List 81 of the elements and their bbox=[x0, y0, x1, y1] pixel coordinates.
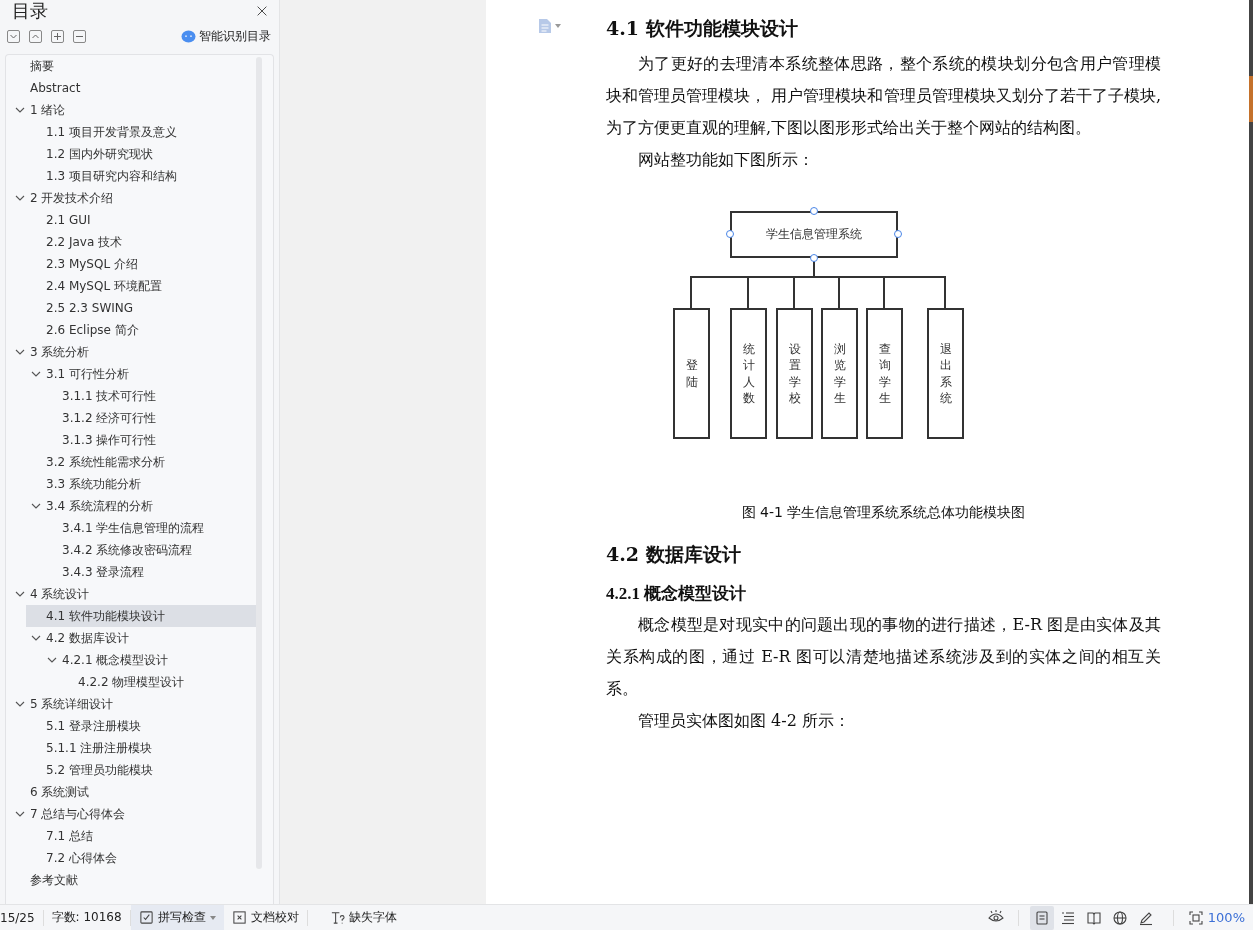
diagram-node: 学生信息管理系统 bbox=[730, 211, 898, 258]
checkbox-icon bbox=[138, 910, 154, 925]
scroll-bar[interactable] bbox=[1249, 0, 1253, 904]
page-counter: 15/25 bbox=[0, 909, 36, 927]
add-button[interactable] bbox=[51, 29, 64, 43]
eye-icon[interactable] bbox=[987, 908, 1004, 924]
outline-item[interactable]: 4.1 软件功能模块设计 bbox=[26, 605, 256, 627]
selection-handle[interactable] bbox=[810, 207, 818, 215]
diagram-node: 登陆 bbox=[673, 308, 710, 439]
outline-item[interactable]: 3.1.3 操作可行性 bbox=[26, 429, 256, 451]
font-icon bbox=[329, 910, 345, 925]
document-x-icon bbox=[231, 910, 247, 925]
outline-item[interactable]: 3.4.1 学生信息管理的流程 bbox=[26, 517, 256, 539]
outline-item[interactable]: 2.6 Eclipse 简介 bbox=[26, 319, 256, 341]
close-icon[interactable] bbox=[255, 4, 269, 18]
outline-item[interactable]: 3 系统分析 bbox=[6, 341, 256, 363]
outline-item[interactable]: 3.1.2 经济可行性 bbox=[26, 407, 256, 429]
outline-item[interactable]: 摘要 bbox=[6, 55, 256, 77]
diagram-node: 浏览学生 bbox=[821, 308, 858, 439]
outline-item[interactable]: 2.4 MySQL 环境配置 bbox=[26, 275, 256, 297]
outline-item[interactable]: 3.4 系统流程的分析 bbox=[26, 495, 256, 517]
missing-fonts-button[interactable]: 缺失字体 bbox=[321, 904, 405, 930]
outline-item[interactable]: 2.1 GUI bbox=[26, 209, 256, 231]
diagram-node: 统计人数 bbox=[730, 308, 767, 439]
expand-button[interactable] bbox=[29, 29, 42, 43]
outline-item[interactable]: 1.2 国内外研究现状 bbox=[26, 143, 256, 165]
outline-item[interactable]: 5.1 登录注册模块 bbox=[26, 715, 256, 737]
outline-item[interactable]: 参考文献 bbox=[6, 869, 256, 891]
diagram-node: 设置学校 bbox=[776, 308, 813, 439]
outline-item[interactable]: 4.2.1 概念模型设计 bbox=[26, 649, 256, 671]
scroll-bar[interactable] bbox=[256, 57, 262, 869]
outline-item[interactable]: 3.4.3 登录流程 bbox=[26, 561, 256, 583]
outline-item[interactable]: 4.2.2 物理模型设计 bbox=[26, 671, 256, 693]
plus-icon bbox=[53, 31, 62, 41]
outline-item[interactable]: 7.2 心得体会 bbox=[26, 847, 256, 869]
outline-item[interactable]: 3.2 系统性能需求分析 bbox=[26, 451, 256, 473]
outline-item[interactable]: 1.3 项目研究内容和结构 bbox=[26, 165, 256, 187]
paragraph: 为了更好的去理清本系统整体思路，整个系统的模块划分包含用户管理模块和管理员管理模块， 用户管理模块和管理员管理模块又划分了若干了子模块,为了方便更直观的理解,下图以图形形式给出关于整个网站的结构图。 bbox=[606, 53, 1161, 139]
selection-handle[interactable] bbox=[894, 230, 902, 238]
outline-item[interactable]: 5.1.1 注册注册模块 bbox=[26, 737, 256, 759]
outline-item[interactable]: 4.2 数据库设计 bbox=[26, 627, 256, 649]
outline-item[interactable]: 2.5 2.3 SWING bbox=[26, 297, 256, 319]
outline-item[interactable]: 5.2 管理员功能模块 bbox=[26, 759, 256, 781]
outline-item[interactable]: 1.1 项目开发背景及意义 bbox=[26, 121, 256, 143]
collapse-button[interactable] bbox=[7, 29, 20, 43]
outline-item[interactable]: 4 系统设计 bbox=[6, 583, 256, 605]
fullscreen-icon[interactable] bbox=[1187, 909, 1204, 926]
document-menu-icon[interactable] bbox=[538, 18, 561, 34]
bubble-icon bbox=[181, 29, 196, 43]
outline-item[interactable]: 2.3 MySQL 介绍 bbox=[26, 253, 256, 275]
spell-check-button[interactable]: 拼写检查 bbox=[130, 904, 224, 930]
remove-button[interactable] bbox=[73, 29, 86, 43]
zoom-level[interactable]: 100% bbox=[1203, 910, 1253, 925]
word-count: 字数: 10168 bbox=[50, 909, 123, 926]
outline-item[interactable]: 7.1 总结 bbox=[26, 825, 256, 847]
outline-item[interactable]: 2.2 Java 技术 bbox=[26, 231, 256, 253]
diagram-node: 退出系统 bbox=[927, 308, 964, 439]
outline-item[interactable]: 6 系统测试 bbox=[6, 781, 256, 803]
outline-item[interactable]: 3.3 系统功能分析 bbox=[26, 473, 256, 495]
outline-item[interactable]: 3.4.2 系统修改密码流程 bbox=[26, 539, 256, 561]
paragraph: 概念模型是对现实中的问题出现的事物的进行描述，E-R 图是由实体及其关系构成的图，通过 E-R 图可以清楚地描述系统涉及到的实体之间的相互关系。 bbox=[606, 614, 1161, 700]
section-heading: 4.2 数据库设计 bbox=[606, 542, 742, 567]
paragraph: 管理员实体图如图 4-2 所示： bbox=[637, 710, 851, 732]
outline-item[interactable]: 5 系统详细设计 bbox=[6, 693, 256, 715]
outline-item[interactable]: 1 绪论 bbox=[6, 99, 256, 121]
diagram-node: 查询学生 bbox=[866, 308, 903, 439]
figure-caption: 图 4-1 学生信息管理系统系统总体功能模块图 bbox=[740, 504, 1027, 522]
paragraph: 网站整功能如下图所示： bbox=[637, 149, 815, 171]
panel-title: 目录 bbox=[12, 0, 48, 23]
outline-item[interactable]: 3.1 可行性分析 bbox=[26, 363, 256, 385]
outline-item[interactable]: 2 开发技术介绍 bbox=[6, 187, 256, 209]
smart-toc-button[interactable]: 智能识别目录 bbox=[181, 27, 271, 45]
caret-icon bbox=[209, 915, 216, 920]
subsection-heading: 4.2.1 概念模型设计 bbox=[606, 583, 748, 605]
selection-handle[interactable] bbox=[726, 230, 734, 238]
outline-item[interactable]: Abstract bbox=[6, 77, 256, 99]
proofread-button[interactable]: 文档校对 bbox=[223, 904, 307, 930]
selection-handle[interactable] bbox=[810, 254, 818, 262]
section-heading: 4.1 软件功能模块设计 bbox=[606, 16, 799, 41]
outline-item[interactable]: 7 总结与心得体会 bbox=[6, 803, 256, 825]
outline-item[interactable]: 3.1.1 技术可行性 bbox=[26, 385, 256, 407]
